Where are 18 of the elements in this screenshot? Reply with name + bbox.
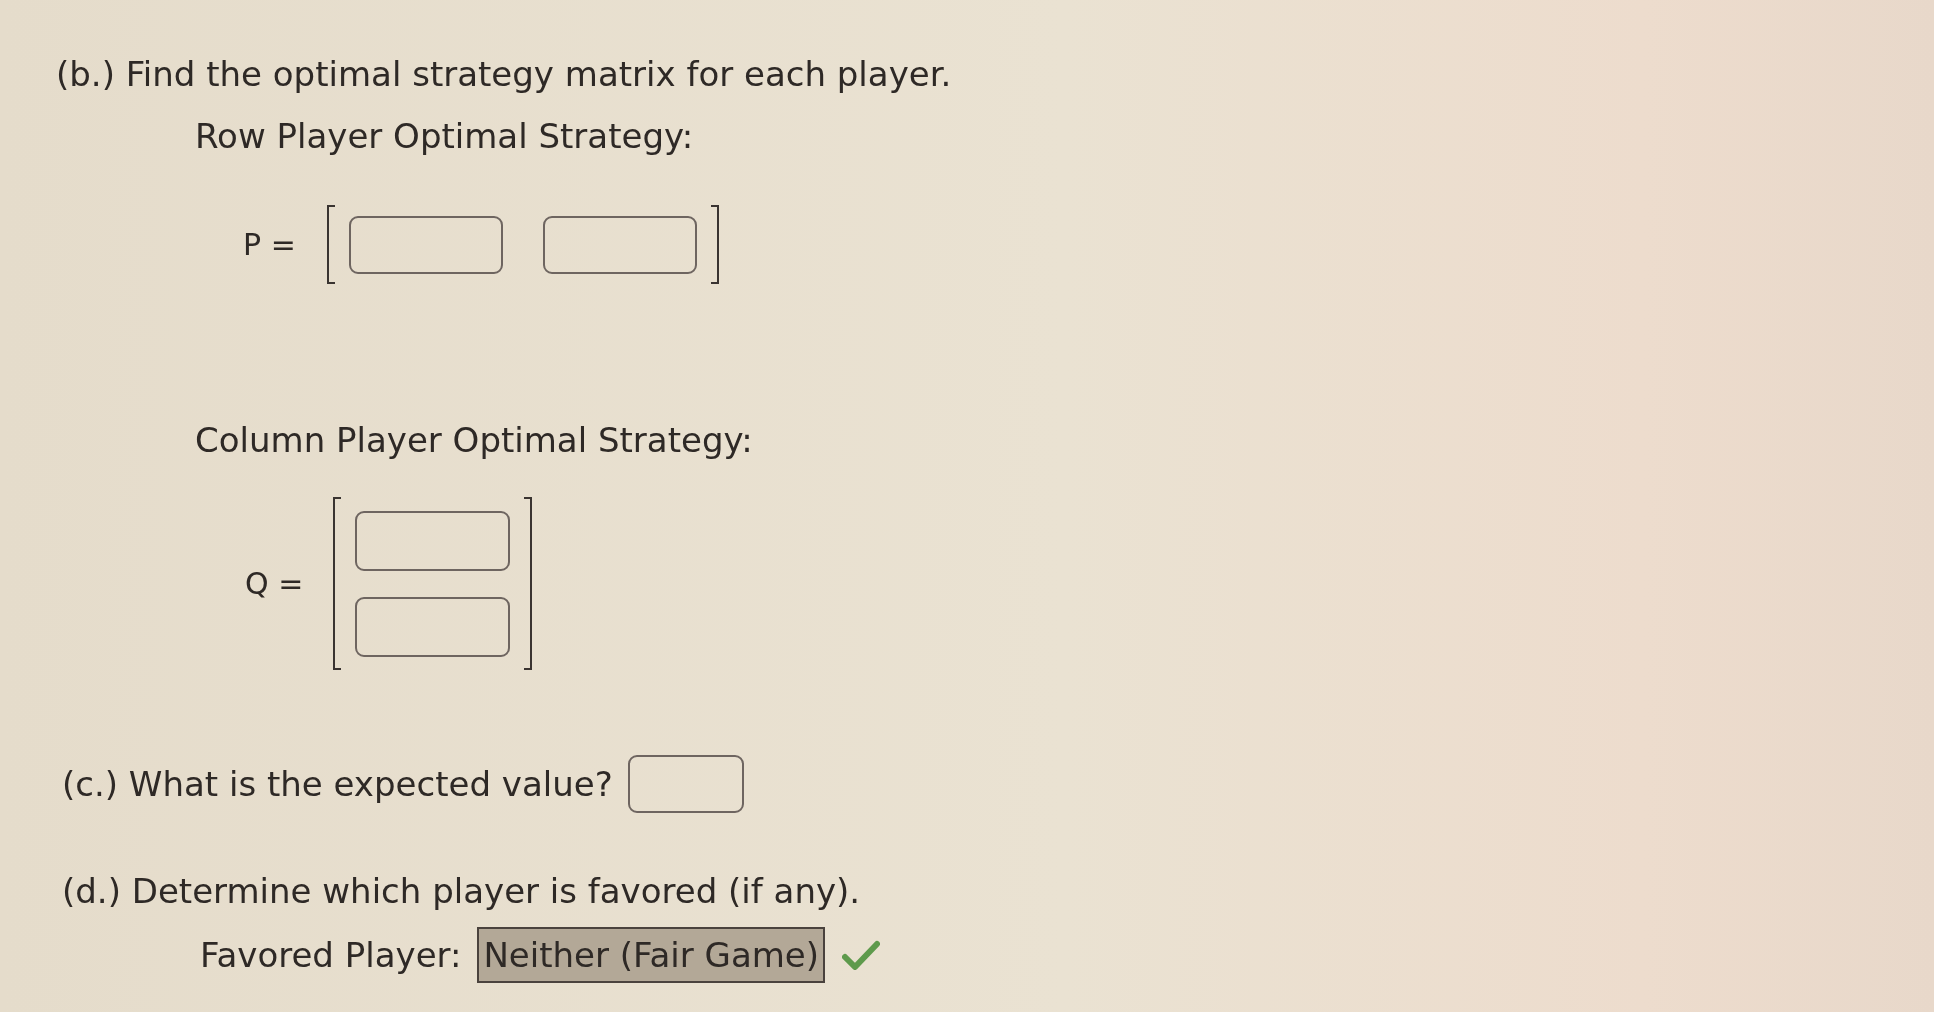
answer-box[interactable] xyxy=(355,510,510,571)
question-text: (d.) Determine which player is favored (if any). xyxy=(62,871,861,911)
answer-field: Neither (Fair Game) xyxy=(477,927,826,983)
field-label: Favored Player: xyxy=(200,935,462,975)
left-bracket-icon xyxy=(327,205,335,284)
answer-box[interactable] xyxy=(349,215,503,274)
matrix-label: Q = xyxy=(245,565,305,603)
section-label: Row Player Optimal Strategy: xyxy=(195,116,694,156)
right-bracket-icon xyxy=(524,497,532,670)
left-bracket-icon xyxy=(333,497,341,670)
matrix-label: P = xyxy=(243,226,297,264)
question-text: (b.) Find the optimal strategy matrix for each player. xyxy=(56,54,952,94)
right-bracket-icon xyxy=(711,205,719,284)
answer-box[interactable] xyxy=(355,596,510,657)
question-text: (c.) What is the expected value? xyxy=(62,764,613,804)
answer-box[interactable] xyxy=(627,755,744,813)
section-label: Column Player Optimal Strategy: xyxy=(195,420,753,460)
answer-box[interactable] xyxy=(543,215,697,274)
